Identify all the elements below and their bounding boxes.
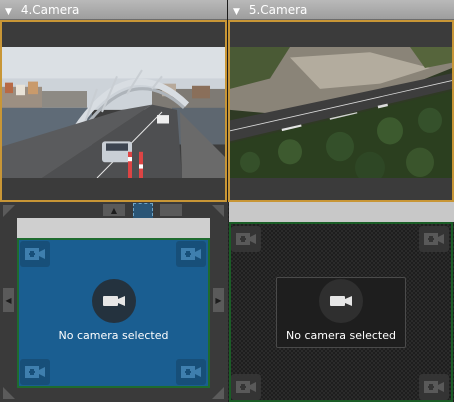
highway-scene-image	[230, 47, 452, 178]
chevron-down-icon[interactable]: ▼	[5, 2, 17, 19]
camera-pane-title-bar[interactable]: ▼ 4.Camera	[0, 0, 227, 20]
slot-header-right	[229, 202, 454, 222]
add-camera-button-bottom-left[interactable]	[231, 374, 261, 400]
extend-right-button[interactable]: ▶	[213, 288, 224, 312]
slot-header	[17, 218, 210, 238]
add-camera-icon	[25, 248, 45, 260]
add-camera-button-bottom-left[interactable]	[20, 359, 50, 385]
bridge-scene-image	[2, 47, 225, 178]
no-camera-selected-label: No camera selected	[58, 329, 169, 342]
add-camera-button-top-left[interactable]	[20, 241, 50, 267]
resize-handle-top-left[interactable]	[3, 205, 15, 217]
camera-icon	[319, 279, 363, 323]
camera-video-highway[interactable]	[230, 47, 452, 178]
add-camera-button-bottom-right[interactable]	[176, 359, 206, 385]
add-camera-icon	[25, 366, 45, 378]
add-camera-button-top-left[interactable]	[231, 226, 261, 252]
resize-handle-top-right[interactable]	[212, 205, 224, 217]
camera-pane-title-bar[interactable]: ▼ 5.Camera	[228, 0, 454, 20]
camera-view-frame[interactable]	[228, 20, 454, 202]
add-camera-icon	[181, 248, 201, 260]
add-camera-button-top-right[interactable]	[419, 226, 449, 252]
camera-icon	[92, 279, 136, 323]
camera-view-bottom-strip	[2, 178, 225, 200]
add-camera-button-top-right[interactable]	[176, 241, 206, 267]
camera-view-bottom-strip	[230, 178, 452, 200]
camera-title: 4.Camera	[20, 3, 80, 17]
chevron-down-icon[interactable]: ▼	[233, 2, 245, 19]
no-camera-selected-label: No camera selected	[286, 329, 396, 342]
extend-up-button[interactable]: ▲	[103, 204, 125, 216]
camera-title: 5.Camera	[248, 3, 308, 17]
camera-video-bridge[interactable]	[2, 47, 225, 178]
add-camera-button-bottom-right[interactable]	[419, 374, 449, 400]
add-camera-icon	[181, 366, 201, 378]
resize-handle-bottom-right[interactable]	[212, 387, 224, 399]
extend-left-button[interactable]: ◀	[3, 288, 14, 312]
camera-view-top-strip	[230, 22, 452, 47]
add-camera-icon	[424, 381, 444, 393]
resize-handle-bottom-left[interactable]	[3, 387, 15, 399]
add-camera-icon	[236, 381, 256, 393]
camera-view-top-strip	[2, 22, 225, 47]
camera-pane-5[interactable]: ▼ 5.Camera	[228, 0, 454, 202]
camera-pane-4[interactable]: ▼ 4.Camera	[0, 0, 227, 202]
add-camera-icon	[236, 233, 256, 245]
extend-up-right-button[interactable]	[160, 204, 182, 216]
add-camera-icon	[424, 233, 444, 245]
camera-view-frame[interactable]	[0, 20, 227, 202]
